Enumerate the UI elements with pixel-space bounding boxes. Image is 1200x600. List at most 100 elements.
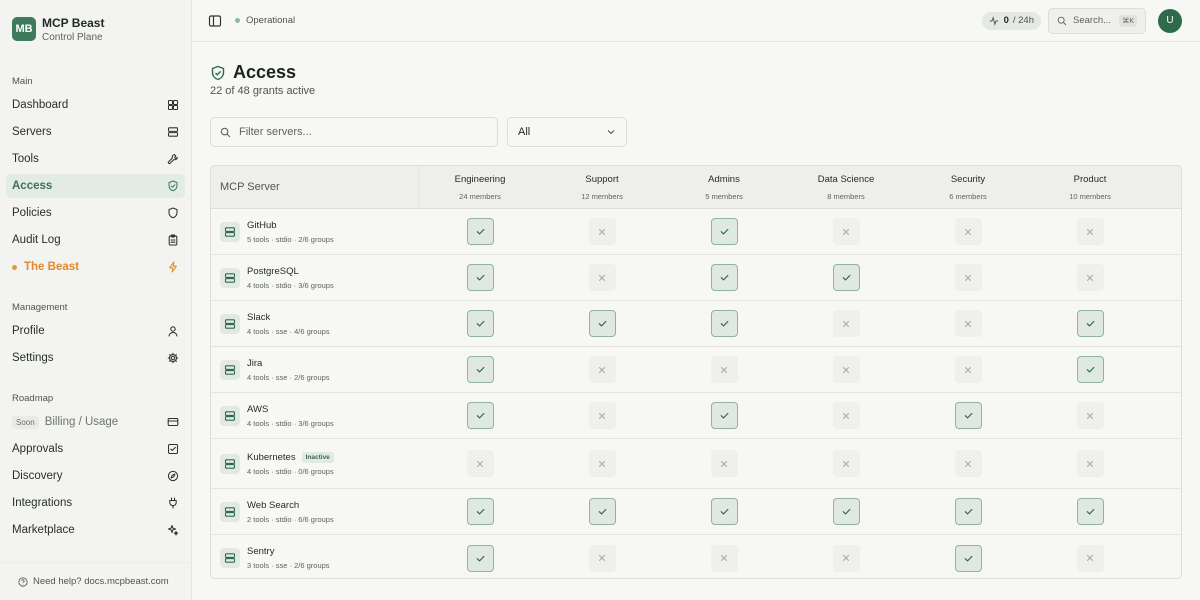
server-cell-aws[interactable]: AWS 4 tools · stdio · 3/6 groups — [211, 393, 419, 438]
grant-toggle-postgresql-engineering[interactable] — [466, 264, 494, 291]
shield-check-icon — [211, 65, 225, 80]
shield-check-icon — [167, 180, 179, 192]
grant-toggle-github-support[interactable] — [588, 218, 616, 245]
status-indicator: Operational — [235, 15, 295, 26]
sidebar-item-access[interactable]: Access — [6, 174, 185, 198]
sidebar-item-approvals[interactable]: Approvals — [6, 437, 185, 461]
grant-toggle-slack-data-science[interactable] — [832, 310, 860, 337]
grant-toggle-slack-security[interactable] — [954, 310, 982, 337]
grant-toggle-web-search-admins[interactable] — [710, 498, 738, 525]
help-link[interactable]: Need help? docs.mcpbeast.com — [0, 562, 191, 600]
server-name: Slack — [247, 311, 271, 323]
sidebar-item-the-beast[interactable]: The Beast — [6, 255, 185, 279]
sidebar-item-profile[interactable]: Profile — [6, 319, 185, 343]
grant-toggle-kubernetes-product[interactable] — [1076, 450, 1104, 477]
grant-toggle-github-data-science[interactable] — [832, 218, 860, 245]
grant-toggle-jira-support[interactable] — [588, 356, 616, 383]
server-icon — [220, 405, 240, 426]
wrench-icon — [167, 153, 179, 165]
activity-badge[interactable]: 0 / 24h — [981, 11, 1041, 30]
brand[interactable]: MB MCP Beast Control Plane — [0, 0, 191, 58]
grant-toggle-kubernetes-security[interactable] — [954, 450, 982, 477]
grant-cell — [1029, 301, 1151, 346]
grant-toggle-jira-data-science[interactable] — [832, 356, 860, 383]
server-cell-postgresql[interactable]: PostgreSQL 4 tools · stdio · 3/6 groups — [211, 255, 419, 300]
grant-cell — [663, 393, 785, 438]
grant-toggle-github-security[interactable] — [954, 218, 982, 245]
sidebar-item-dashboard[interactable]: Dashboard — [6, 93, 185, 117]
server-cell-jira[interactable]: Jira 4 tools · sse · 2/6 groups — [211, 347, 419, 392]
grant-toggle-aws-support[interactable] — [588, 402, 616, 429]
server-cell-web-search[interactable]: Web Search 2 tools · stdio · 6/6 groups — [211, 489, 419, 534]
avatar[interactable]: U — [1158, 8, 1182, 33]
group-filter-select[interactable]: All — [507, 117, 627, 147]
grant-toggle-jira-security[interactable] — [954, 356, 982, 383]
grant-toggle-aws-admins[interactable] — [710, 402, 738, 429]
table-row: AWS 4 tools · stdio · 3/6 groups — [211, 393, 1181, 439]
grant-toggle-jira-admins[interactable] — [710, 356, 738, 383]
sidebar-item-policies[interactable]: Policies — [6, 201, 185, 225]
sidebar-item-label: Discovery — [12, 470, 63, 482]
sidebar-item-tools[interactable]: Tools — [6, 147, 185, 171]
grant-toggle-jira-engineering[interactable] — [466, 356, 494, 383]
grant-toggle-web-search-security[interactable] — [954, 498, 982, 525]
server-cell-kubernetes[interactable]: Kubernetes Inactive 4 tools · stdio · 0/6 … — [211, 439, 419, 488]
grant-toggle-slack-product[interactable] — [1076, 310, 1104, 337]
grant-toggle-jira-product[interactable] — [1076, 356, 1104, 383]
grant-toggle-slack-admins[interactable] — [710, 310, 738, 337]
grant-cell — [663, 439, 785, 488]
check-icon — [598, 508, 606, 515]
grant-toggle-web-search-engineering[interactable] — [466, 498, 494, 525]
grant-toggle-aws-product[interactable] — [1076, 402, 1104, 429]
sidebar-item-label: Billing / Usage — [44, 416, 119, 428]
grant-toggle-postgresql-security[interactable] — [954, 264, 982, 291]
x-icon — [721, 555, 727, 561]
grant-toggle-postgresql-admins[interactable] — [710, 264, 738, 291]
server-cell-sentry[interactable]: Sentry 3 tools · sse · 2/6 groups — [211, 535, 419, 578]
grant-toggle-github-admins[interactable] — [710, 218, 738, 245]
beast-dot — [12, 265, 17, 270]
grant-cell — [1029, 255, 1151, 300]
grant-toggle-postgresql-product[interactable] — [1076, 264, 1104, 291]
grant-toggle-kubernetes-admins[interactable] — [710, 450, 738, 477]
grant-toggle-sentry-data-science[interactable] — [832, 544, 860, 572]
sidebar-toggle-icon[interactable] — [208, 14, 222, 28]
grant-toggle-github-product[interactable] — [1076, 218, 1104, 245]
grant-toggle-sentry-support[interactable] — [588, 544, 616, 572]
server-cell-github[interactable]: GitHub 5 tools · stdio · 2/6 groups — [211, 209, 419, 254]
grant-toggle-aws-data-science[interactable] — [832, 402, 860, 429]
search-button[interactable]: Search... ⌘K — [1048, 7, 1146, 34]
grant-toggle-aws-security[interactable] — [954, 402, 982, 429]
check-icon — [842, 508, 850, 515]
grant-toggle-slack-support[interactable] — [588, 310, 616, 337]
grant-toggle-kubernetes-support[interactable] — [588, 450, 616, 477]
grant-cell — [785, 393, 907, 438]
grant-toggle-sentry-security[interactable] — [954, 544, 982, 572]
sidebar-item-audit-log[interactable]: Audit Log — [6, 228, 185, 252]
sidebar-item-discovery[interactable]: Discovery — [6, 464, 185, 488]
x-icon — [965, 274, 971, 281]
grant-toggle-sentry-engineering[interactable] — [466, 544, 494, 572]
grant-toggle-slack-engineering[interactable] — [466, 310, 494, 337]
status-text: Operational — [246, 15, 296, 26]
filter-field[interactable] — [210, 117, 498, 147]
filter-input[interactable] — [239, 126, 479, 138]
sidebar-item-marketplace[interactable]: Marketplace — [6, 518, 185, 542]
x-icon — [965, 460, 971, 467]
grant-toggle-kubernetes-data-science[interactable] — [832, 450, 860, 477]
grant-toggle-github-engineering[interactable] — [466, 218, 494, 245]
grant-toggle-web-search-data-science[interactable] — [832, 498, 860, 525]
grant-toggle-web-search-product[interactable] — [1076, 498, 1104, 525]
server-cell-slack[interactable]: Slack 4 tools · sse · 4/6 groups — [211, 301, 419, 346]
grant-toggle-web-search-support[interactable] — [588, 498, 616, 525]
grant-toggle-sentry-admins[interactable] — [710, 544, 738, 572]
grant-toggle-kubernetes-engineering[interactable] — [466, 450, 494, 477]
grant-toggle-postgresql-data-science[interactable] — [832, 264, 860, 291]
grant-toggle-aws-engineering[interactable] — [466, 402, 494, 429]
sidebar-item-settings[interactable]: Settings — [6, 346, 185, 370]
sidebar-item-integrations[interactable]: Integrations — [6, 491, 185, 515]
grant-toggle-postgresql-support[interactable] — [588, 264, 616, 291]
sidebar-item-billing-usage[interactable]: Soon Billing / Usage — [6, 410, 185, 434]
sidebar-item-servers[interactable]: Servers — [6, 120, 185, 144]
grant-toggle-sentry-product[interactable] — [1076, 544, 1104, 572]
